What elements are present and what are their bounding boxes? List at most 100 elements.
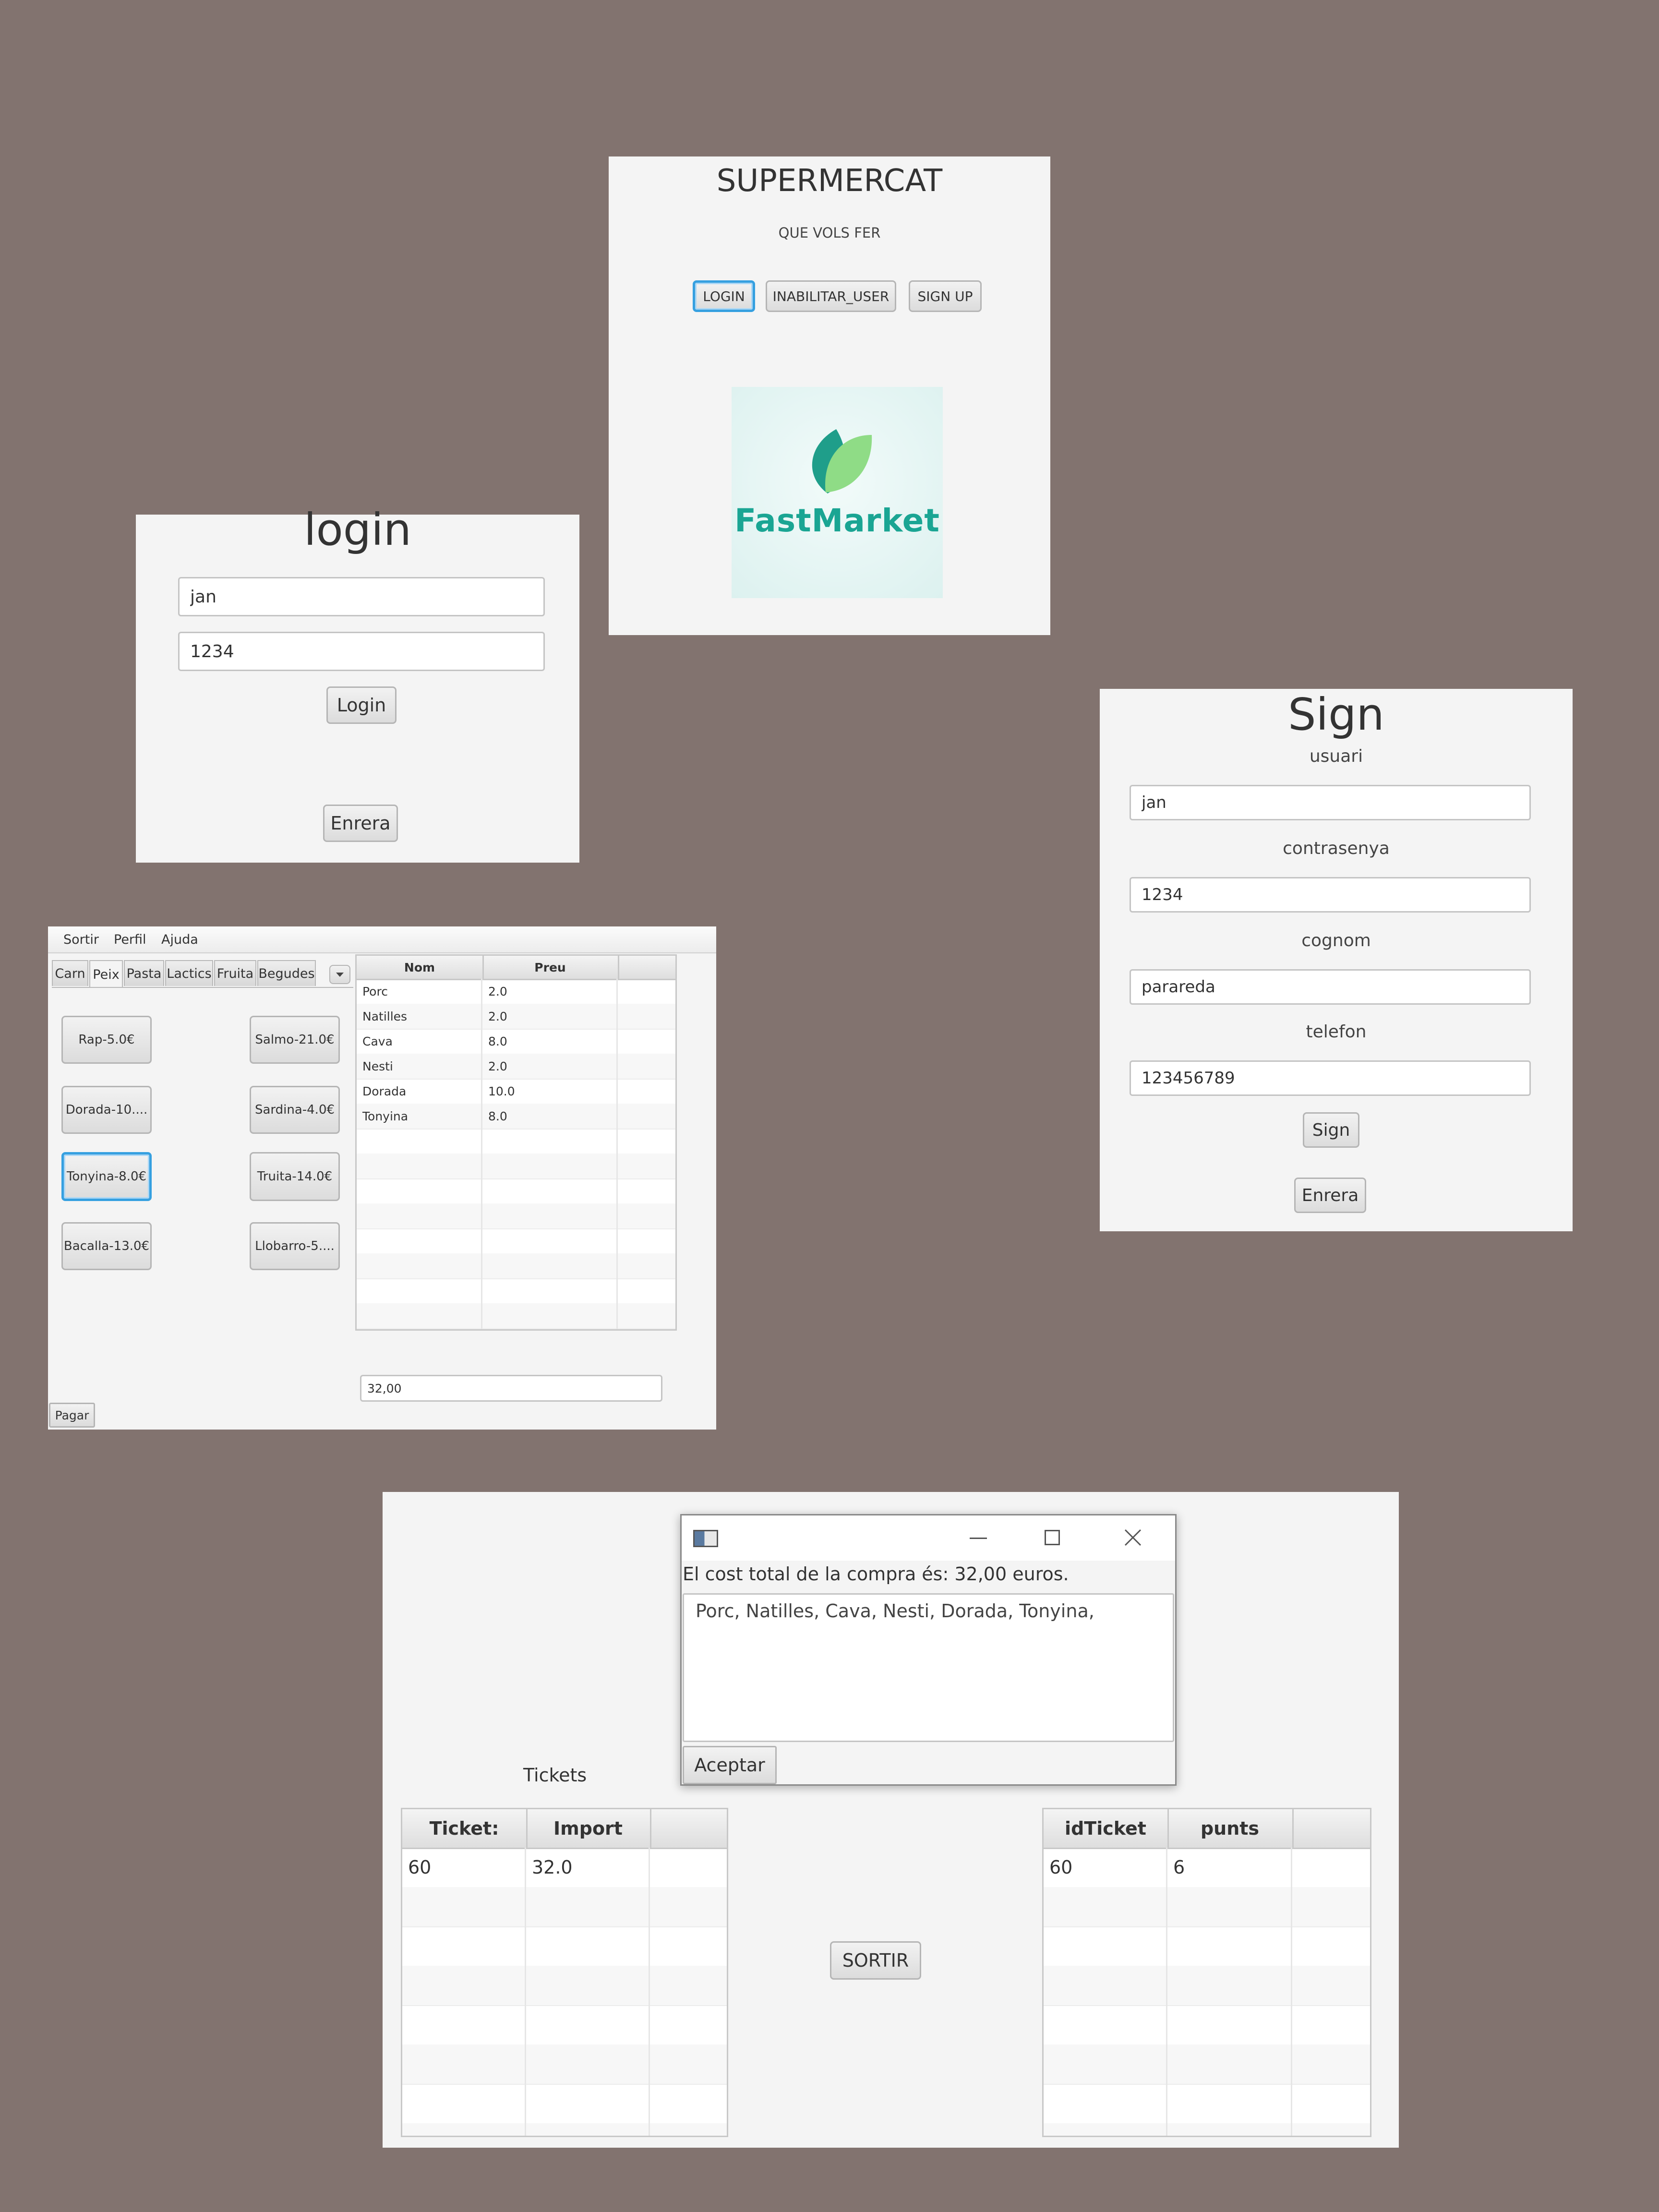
table-row[interactable] (357, 1203, 675, 1229)
table-row[interactable] (357, 1129, 675, 1154)
table-cell: Natilles (357, 1004, 482, 1029)
column-header-idticket[interactable]: idTicket (1044, 1809, 1169, 1848)
table-row[interactable] (1044, 1966, 1370, 2006)
table-cell (526, 1926, 650, 1966)
table-row[interactable]: Natilles 2.0 (357, 1004, 675, 1030)
table-row[interactable] (402, 2005, 727, 2045)
table-cell (357, 1303, 482, 1328)
maximize-icon[interactable] (1045, 1530, 1060, 1545)
table-cell (482, 1154, 618, 1178)
table-cell (526, 1887, 650, 1926)
table-row[interactable]: Tonyina 8.0 (357, 1104, 675, 1130)
tab-carn[interactable]: Carn (52, 960, 88, 986)
menu-perfil[interactable]: Perfil (114, 932, 146, 947)
table-cell (618, 1253, 675, 1278)
shop-window: Sortir Perfil Ajuda Carn Peix Pasta Lact… (48, 926, 716, 1430)
sign-button[interactable]: Sign (1303, 1112, 1359, 1148)
table-row[interactable] (1044, 2044, 1370, 2085)
column-header-nom[interactable]: Nom (357, 956, 484, 979)
tab-peix[interactable]: Peix (89, 960, 123, 988)
product-button[interactable]: Rap-5.0€ (61, 1016, 152, 1064)
table-cell (1044, 2044, 1167, 2084)
table-cell (618, 1303, 675, 1328)
product-button[interactable]: Llobarro-5.... (250, 1222, 340, 1270)
signup-nav-button[interactable]: SIGN UP (909, 280, 982, 312)
table-cell (526, 2044, 650, 2084)
total-field[interactable] (360, 1375, 662, 1402)
column-header-punts[interactable]: punts (1167, 1809, 1294, 1848)
table-cell (402, 1966, 526, 2005)
table-row[interactable] (402, 1887, 727, 1927)
table-row[interactable] (357, 1178, 675, 1204)
accept-button[interactable]: Aceptar (683, 1746, 777, 1784)
password-input[interactable] (178, 632, 545, 671)
exit-button[interactable]: SORTIR (830, 1941, 921, 1980)
table-row[interactable]: Nesti 2.0 (357, 1054, 675, 1080)
sign-surname-input[interactable] (1130, 969, 1531, 1005)
tab-begudes[interactable]: Begudes (257, 960, 316, 986)
product-button[interactable]: Dorada-10.... (61, 1086, 152, 1134)
table-cell (357, 1203, 482, 1228)
table-row[interactable]: 60 32.0 (402, 1848, 727, 1888)
product-button[interactable]: Sardina-4.0€ (250, 1086, 340, 1134)
table-cell (1292, 1926, 1370, 1966)
column-header-preu[interactable]: Preu (482, 956, 619, 979)
menu-sortir[interactable]: Sortir (63, 932, 99, 947)
table-cell: 2.0 (482, 1054, 618, 1079)
login-button[interactable]: Login (326, 686, 397, 724)
table-row[interactable]: Cava 8.0 (357, 1029, 675, 1055)
sign-phone-input[interactable] (1130, 1060, 1531, 1096)
tab-lactics[interactable]: Lactics (165, 960, 213, 986)
product-button[interactable]: Bacalla-13.0€ (61, 1222, 152, 1270)
sign-back-button[interactable]: Enrera (1294, 1178, 1366, 1213)
tickets-table[interactable]: Ticket: Import 60 32.0 (401, 1808, 728, 2137)
table-row[interactable]: 60 6 (1044, 1848, 1370, 1888)
column-header-ticket[interactable]: Ticket: (402, 1809, 528, 1848)
table-cell (402, 1887, 526, 1926)
table-row[interactable] (402, 1926, 727, 1967)
login-nav-button[interactable]: LOGIN (693, 280, 755, 312)
pay-button[interactable]: Pagar (49, 1403, 95, 1428)
cart-table[interactable]: Nom Preu Porc 2.0 Natilles 2.0 Cava 8.0 Nesti 2… (355, 954, 677, 1331)
product-button[interactable]: Tonyina-8.0€ (61, 1152, 152, 1201)
table-row[interactable] (1044, 2084, 1370, 2124)
tabs-overflow-button[interactable] (329, 965, 350, 984)
table-row[interactable] (357, 1253, 675, 1279)
dialog-textarea[interactable]: Porc, Natilles, Cava, Nesti, Dorada, Ton… (683, 1593, 1174, 1742)
table-row[interactable]: Porc 2.0 (357, 979, 675, 1005)
table-row[interactable] (1044, 2123, 1370, 2136)
username-input[interactable] (178, 577, 545, 616)
column-header-import[interactable]: Import (526, 1809, 651, 1848)
table-row[interactable] (357, 1303, 675, 1329)
table-row[interactable] (357, 1328, 675, 1329)
table-cell (402, 2044, 526, 2084)
disable-user-button[interactable]: INABILITAR_USER (766, 280, 896, 312)
table-cell (650, 2084, 727, 2123)
label-contrasenya: contrasenya (1283, 839, 1390, 858)
table-cell (482, 1303, 618, 1328)
points-table[interactable]: idTicket punts 60 6 (1042, 1808, 1371, 2137)
table-row[interactable] (1044, 1926, 1370, 1967)
fastmarket-logo: FastMarket (732, 387, 943, 598)
close-icon[interactable] (1123, 1528, 1142, 1547)
table-row[interactable] (357, 1154, 675, 1179)
minimize-icon[interactable] (970, 1538, 987, 1539)
sign-pass-input[interactable] (1130, 877, 1531, 913)
product-button[interactable]: Truita-14.0€ (250, 1152, 340, 1201)
product-button[interactable]: Salmo-21.0€ (250, 1016, 340, 1064)
menu-ajuda[interactable]: Ajuda (161, 932, 198, 947)
table-row[interactable]: Dorada 10.0 (357, 1079, 675, 1105)
table-row[interactable] (402, 2044, 727, 2085)
table-cell: 32.0 (526, 1848, 650, 1887)
table-row[interactable] (402, 2084, 727, 2124)
table-row[interactable] (402, 2123, 727, 2136)
back-button[interactable]: Enrera (323, 805, 398, 842)
table-row[interactable] (402, 1966, 727, 2006)
table-row[interactable] (1044, 2005, 1370, 2045)
table-row[interactable] (357, 1278, 675, 1304)
table-row[interactable] (1044, 1887, 1370, 1927)
tab-fruita[interactable]: Fruita (214, 960, 256, 986)
sign-user-input[interactable] (1130, 785, 1531, 820)
table-row[interactable] (357, 1228, 675, 1254)
tab-pasta[interactable]: Pasta (124, 960, 164, 986)
